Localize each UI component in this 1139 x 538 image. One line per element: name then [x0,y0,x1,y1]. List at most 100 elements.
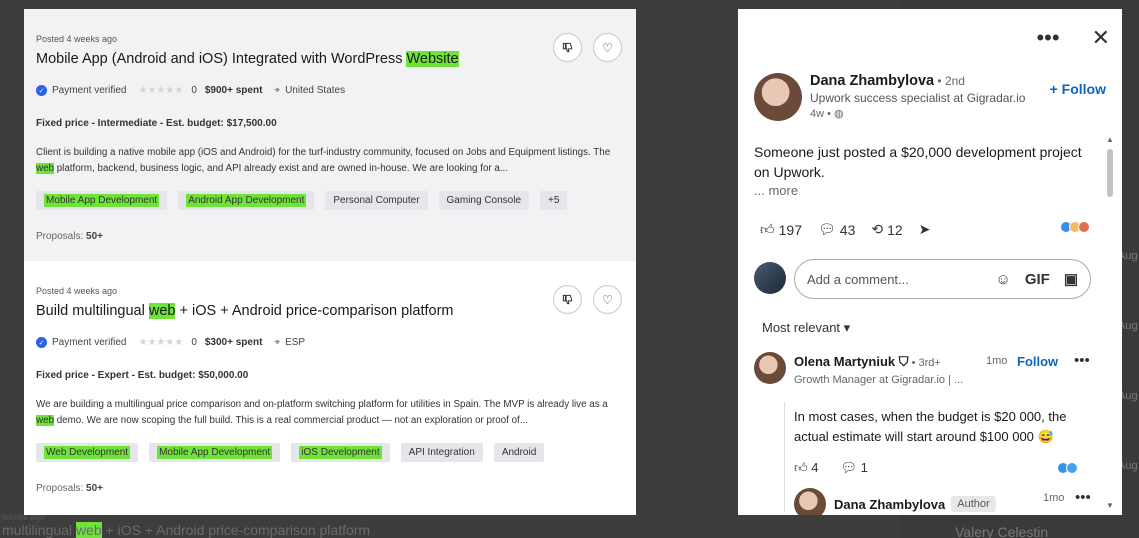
job-card[interactable]: Posted 4 weeks ago Mobile App (Android a… [24,9,636,261]
payment-status: Payment verified [52,85,127,96]
verified-shield-icon: ⛉ [898,354,909,369]
skill-tags: Mobile App Development Android App Devel… [36,191,622,210]
follow-button[interactable]: + Follow [1050,81,1106,97]
globe-icon: ◍ [834,108,844,120]
close-icon[interactable]: ✕ [1092,25,1110,51]
see-more-link[interactable]: ... more [754,183,798,198]
posted-time: Posted 4 weeks ago [36,34,118,44]
skill-tag[interactable]: Personal Computer [325,191,428,210]
comment-time: 1mo [986,355,1008,367]
background-name-peek: Valery Celestin [955,524,1049,538]
rating-value: 0 [191,85,197,96]
job-card[interactable]: Posted 4 weeks ago Build multilingual we… [24,261,636,513]
skill-tag[interactable]: Mobile App Development [36,191,168,210]
proposals-count: Proposals: 50+ [36,231,103,242]
more-options-icon[interactable]: ••• [1075,489,1091,506]
comment: Olena Martyniuk ⛉ • 3rd+ Growth Manager … [754,352,1104,512]
more-options-icon[interactable]: ••• [1036,25,1059,51]
comment-placeholder: Add a comment... [807,271,909,287]
skill-tag[interactable]: iOS Development [291,443,390,462]
scroll-up-icon[interactable]: ▲ [1106,135,1114,144]
job-title[interactable]: Mobile App (Android and iOS) Integrated … [36,51,622,67]
connection-degree: • 3rd+ [908,357,941,369]
avatar [754,262,786,294]
like-button[interactable]: 👍︎ 197 [760,221,802,238]
sort-dropdown[interactable]: Most relevant ▾ [762,320,850,336]
job-title[interactable]: Build multilingual web + iOS + Android p… [36,303,622,319]
more-options-icon[interactable]: ••• [1074,352,1090,369]
post-panel: ••• ✕ Dana Zhambylova • 2nd Upwork succe… [738,9,1122,515]
comment-input[interactable]: Add a comment... ☺ GIF ▣ [794,259,1091,299]
background-job-peek: weeks ago multilingual web + iOS + Andro… [2,512,371,538]
more-skills-tag[interactable]: +5 [540,191,568,210]
posted-time: Posted 4 weeks ago [36,286,118,296]
reaction-icons[interactable] [1060,221,1090,233]
thread-line [784,402,785,512]
rating-value: 0 [191,337,197,348]
payment-status: Payment verified [52,337,127,348]
skill-tag[interactable]: API Integration [400,443,483,462]
love-reaction-icon [1078,221,1090,233]
post-author[interactable]: Dana Zhambylova • 2nd Upwork success spe… [754,73,1025,121]
job-description: We are building a multilingual price com… [36,399,608,426]
dislike-icon[interactable] [553,285,582,314]
follow-button[interactable]: Follow [1017,354,1058,369]
commenter-name[interactable]: Olena Martyniuk [794,354,895,369]
send-icon: ➤ [918,221,931,237]
connection-degree: • 2nd [934,74,965,88]
image-icon[interactable]: ▣ [1064,270,1078,288]
rating-stars: ★★★★★ [138,85,184,96]
like-icon: 👍︎ [794,460,812,475]
budget-line: Fixed price - Expert - Est. budget: $50,… [36,370,249,381]
reaction-icons[interactable] [1057,462,1078,474]
skill-tag[interactable]: Android App Development [178,191,315,210]
location-icon: ⌖ [274,337,281,348]
location-icon: ⌖ [274,85,281,96]
heart-icon[interactable]: ♡ [593,33,622,62]
avatar[interactable] [754,73,802,121]
comment-icon: 💬︎ [818,221,836,237]
skill-tag[interactable]: Gaming Console [438,191,530,210]
emoji-icon[interactable]: ☺ [995,271,1010,288]
send-button[interactable]: ➤ [919,221,931,238]
skill-tag[interactable]: Android [493,443,545,462]
social-actions: 👍︎ 197 💬︎ 43 ⟲ 12 ➤ [760,221,930,238]
scrollbar-thumb[interactable] [1107,149,1113,197]
client-location: ESP [285,337,306,348]
skill-tag[interactable]: Web Development [36,443,139,462]
heart-icon[interactable]: ♡ [593,285,622,314]
avatar[interactable] [794,488,826,515]
skill-tags: Web Development Mobile App Development i… [36,443,622,462]
comment-text: In most cases, when the budget is $20 00… [794,409,1067,444]
reply-comment: Dana Zhambylova Author [794,488,996,515]
job-listings-panel: Posted 4 weeks ago Mobile App (Android a… [24,9,636,515]
comment-button[interactable]: 💬︎ 43 [818,221,855,238]
post-text: Someone just posted a $20,000 developmen… [754,144,1082,180]
scrollbar[interactable]: ▲ ▼ [1106,135,1114,510]
scroll-down-icon[interactable]: ▼ [1106,501,1114,510]
gif-button[interactable]: GIF [1025,271,1050,288]
like-icon: 👍︎ [760,221,775,237]
proposals-count: Proposals: 50+ [36,483,103,494]
job-description: Client is building a native mobile app (… [36,147,611,174]
repost-button[interactable]: ⟲ 12 [871,221,902,238]
skill-tag[interactable]: Mobile App Development [149,443,281,462]
job-meta: ✓ Payment verified ★★★★★ 0 $900+ spent ⌖… [36,85,622,96]
comment-like-button[interactable]: 👍︎ 4 [794,460,818,476]
client-location: United States [285,85,346,96]
job-meta: ✓ Payment verified ★★★★★ 0 $300+ spent ⌖… [36,337,622,348]
reply-button[interactable]: 💬︎ 1 [840,460,867,476]
commenter-headline: Growth Manager at Gigradar.io | ... [794,374,964,386]
verified-icon: ✓ [36,85,47,96]
dislike-icon[interactable] [553,33,582,62]
avatar[interactable] [754,352,786,384]
client-spent: $900+ spent [204,85,263,96]
author-headline: Upwork success specialist at Gigradar.io [810,91,1026,105]
reply-author-name[interactable]: Dana Zhambylova [834,497,945,512]
repost-icon: ⟲ [871,221,884,237]
reply-icon: 💬︎ [840,460,861,475]
client-spent: $300+ spent [204,337,263,348]
author-name[interactable]: Dana Zhambylova [810,73,934,89]
support-reaction-icon [1066,462,1078,474]
post-time: 4w • [810,108,835,120]
